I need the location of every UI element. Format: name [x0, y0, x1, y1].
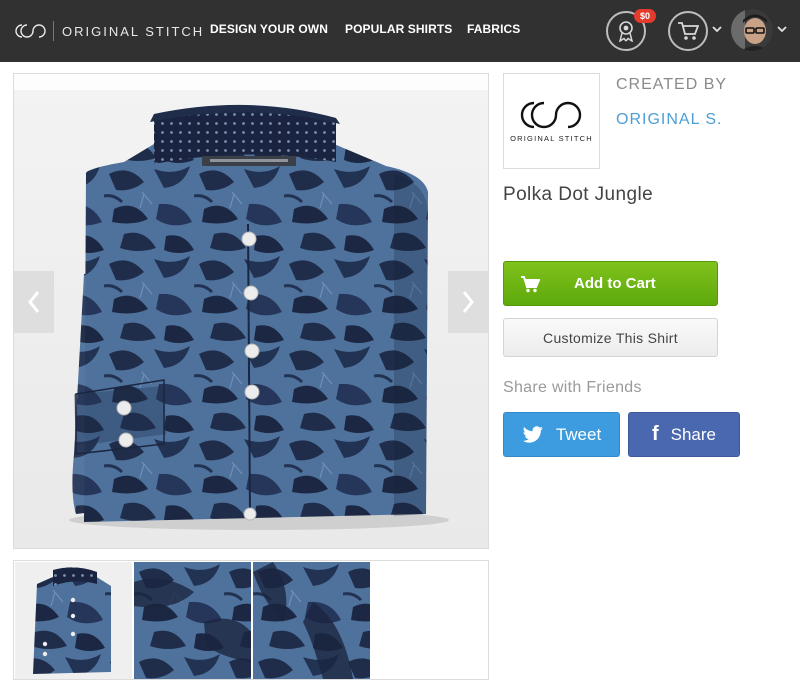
created-by-label: CREATED BY: [616, 76, 728, 93]
user-avatar[interactable]: [731, 9, 773, 51]
fabric-detail-thumb-2: [253, 562, 370, 679]
cart-chevron-down-icon[interactable]: [712, 25, 722, 33]
creator-logo-text: ORIGINAL STITCH: [510, 133, 593, 143]
creator-logo-box[interactable]: ORIGINAL STITCH: [503, 73, 600, 169]
logo-divider: [53, 21, 54, 41]
shopping-cart-icon: [678, 22, 699, 40]
user-photo-icon: [731, 9, 773, 51]
twitter-bird-icon: [522, 425, 543, 443]
brand-logo[interactable]: ORIGINAL STITCH: [14, 21, 204, 41]
share-with-friends-label: Share with Friends: [503, 379, 642, 396]
thumbnail-strip: [13, 560, 489, 680]
chevron-right-icon: [462, 291, 474, 313]
product-title: Polka Dot Jungle: [503, 184, 654, 205]
chevron-left-icon: [28, 291, 40, 313]
tweet-button[interactable]: Tweet: [503, 412, 620, 457]
thumbnail-shirt-front[interactable]: [15, 562, 132, 679]
customize-shirt-button[interactable]: Customize This Shirt: [503, 318, 718, 357]
credit-badge: $0: [634, 9, 656, 23]
product-image-viewer: [13, 73, 489, 549]
nav-fabrics[interactable]: FABRICS: [467, 22, 520, 36]
brand-name: ORIGINAL STITCH: [62, 23, 205, 39]
nav-popular-shirts[interactable]: POPULAR SHIRTS: [345, 22, 452, 36]
top-navigation-bar: ORIGINAL STITCH DESIGN YOUR OWN POPULAR …: [0, 0, 800, 62]
next-image-button[interactable]: [448, 271, 488, 333]
oso-logo-icon: [15, 24, 46, 38]
facebook-f-icon: f: [651, 423, 659, 445]
tweet-label: Tweet: [555, 424, 602, 444]
cart-button[interactable]: [668, 11, 708, 51]
add-to-cart-button[interactable]: Add to Cart: [503, 261, 718, 306]
customize-label: Customize This Shirt: [543, 329, 678, 346]
oso-logo-icon: [520, 101, 581, 128]
thumbnail-fabric-detail-2[interactable]: [253, 562, 370, 679]
shirt-front-thumb: [15, 562, 132, 679]
thumbnail-fabric-detail-1[interactable]: [134, 562, 251, 679]
account-chevron-down-icon[interactable]: [777, 25, 787, 33]
facebook-share-label: Share: [670, 424, 717, 444]
shopping-cart-icon: [521, 275, 540, 292]
facebook-share-button[interactable]: f Share: [628, 412, 740, 457]
nav-design-your-own[interactable]: DESIGN YOUR OWN: [210, 22, 328, 36]
creator-name-link[interactable]: ORIGINAL S.: [616, 111, 722, 129]
fabric-detail-thumb-1: [134, 562, 251, 679]
add-to-cart-label: Add to Cart: [574, 275, 656, 292]
product-shirt-image: [69, 104, 449, 530]
previous-image-button[interactable]: [14, 271, 54, 333]
award-ribbon-icon: [618, 21, 634, 42]
